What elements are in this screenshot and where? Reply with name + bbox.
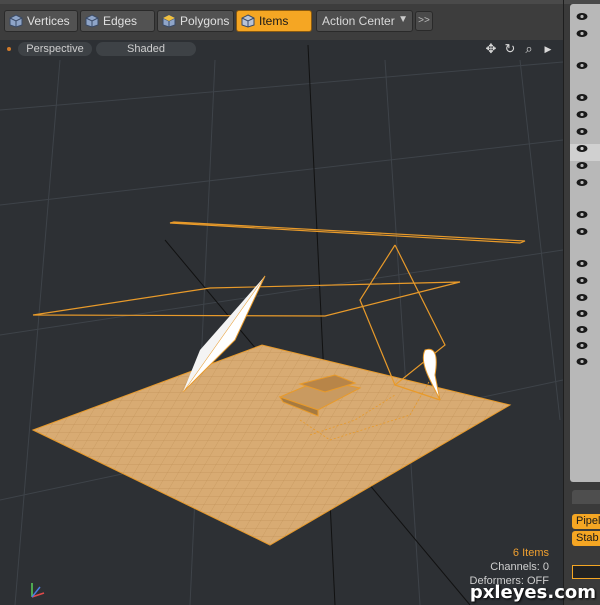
action-center-dropdown[interactable]: Action Center ▼ [316, 10, 413, 32]
items-cube-icon [241, 14, 255, 28]
visibility-eye-icon[interactable] [576, 61, 588, 70]
polygons-cube-icon [162, 14, 176, 28]
item-visibility-list[interactable] [570, 4, 600, 482]
action-center-label: Action Center [322, 14, 395, 28]
scene-canvas[interactable] [0, 40, 563, 605]
polygons-mode-button[interactable]: Polygons [157, 10, 234, 32]
more-arrow-icon[interactable]: ▶ [541, 42, 555, 56]
edges-label: Edges [103, 14, 138, 28]
3d-viewport[interactable]: Perspective Shaded ✥ ↻ ⌕ ▶ 6 Items Chann… [0, 40, 563, 605]
pipeline-button[interactable]: Pipel [572, 514, 600, 529]
visibility-eye-icon[interactable] [576, 29, 588, 38]
axis-gizmo-icon [31, 583, 45, 598]
shading-mode-selector[interactable]: Shaded [96, 42, 196, 56]
polygons-label: Polygons [180, 14, 230, 28]
vertices-cube-icon [9, 14, 23, 28]
viewport-header: Perspective Shaded ✥ ↻ ⌕ ▶ [0, 40, 563, 60]
visibility-eye-icon[interactable] [576, 161, 588, 170]
watermark-text: pxleyes.com [469, 582, 596, 603]
visibility-eye-icon[interactable] [576, 93, 588, 102]
visibility-eye-icon[interactable] [576, 110, 588, 119]
visibility-eye-icon[interactable] [576, 259, 588, 268]
vertices-label: Vertices [27, 14, 70, 28]
visibility-eye-icon[interactable] [576, 144, 588, 153]
items-list-panel: Pipel Stab [563, 0, 600, 605]
item-count: 6 Items [512, 547, 549, 559]
top-wire-plane [169, 221, 526, 244]
vertices-mode-button[interactable]: Vertices [4, 10, 78, 32]
color-swatch[interactable] [572, 565, 600, 579]
visibility-eye-icon[interactable] [576, 178, 588, 187]
visibility-eye-icon[interactable] [576, 227, 588, 236]
chevron-down-icon: ▼ [398, 14, 408, 25]
panel-tab[interactable] [572, 490, 600, 504]
visibility-eye-icon[interactable] [576, 309, 588, 318]
toolbar-overflow-button[interactable]: >> [415, 11, 433, 31]
channel-count: Channels: 0 [490, 561, 549, 573]
visibility-eye-icon[interactable] [576, 12, 588, 21]
viewport-menu-dot[interactable] [7, 47, 11, 51]
visibility-eye-icon[interactable] [576, 325, 588, 334]
axis-lines [164, 44, 471, 605]
toolbar-top-strip [0, 0, 568, 4]
visibility-eye-icon[interactable] [576, 210, 588, 219]
move-view-icon[interactable]: ✥ [484, 42, 498, 56]
zoom-view-icon[interactable]: ⌕ [522, 42, 536, 56]
visibility-eye-icon[interactable] [576, 127, 588, 136]
items-mode-button[interactable]: Items [236, 10, 312, 32]
visibility-eye-icon[interactable] [576, 341, 588, 350]
mode-toolbar: Vertices Edges Polygons Items Action Cen… [0, 0, 568, 41]
stab-button[interactable]: Stab [572, 531, 600, 546]
edges-cube-icon [85, 14, 99, 28]
items-label: Items [259, 14, 289, 28]
rotate-view-icon[interactable]: ↻ [503, 42, 517, 56]
visibility-eye-icon[interactable] [576, 357, 588, 366]
view-mode-selector[interactable]: Perspective [18, 42, 92, 56]
visibility-eye-icon[interactable] [576, 276, 588, 285]
edges-mode-button[interactable]: Edges [80, 10, 155, 32]
visibility-eye-icon[interactable] [576, 293, 588, 302]
